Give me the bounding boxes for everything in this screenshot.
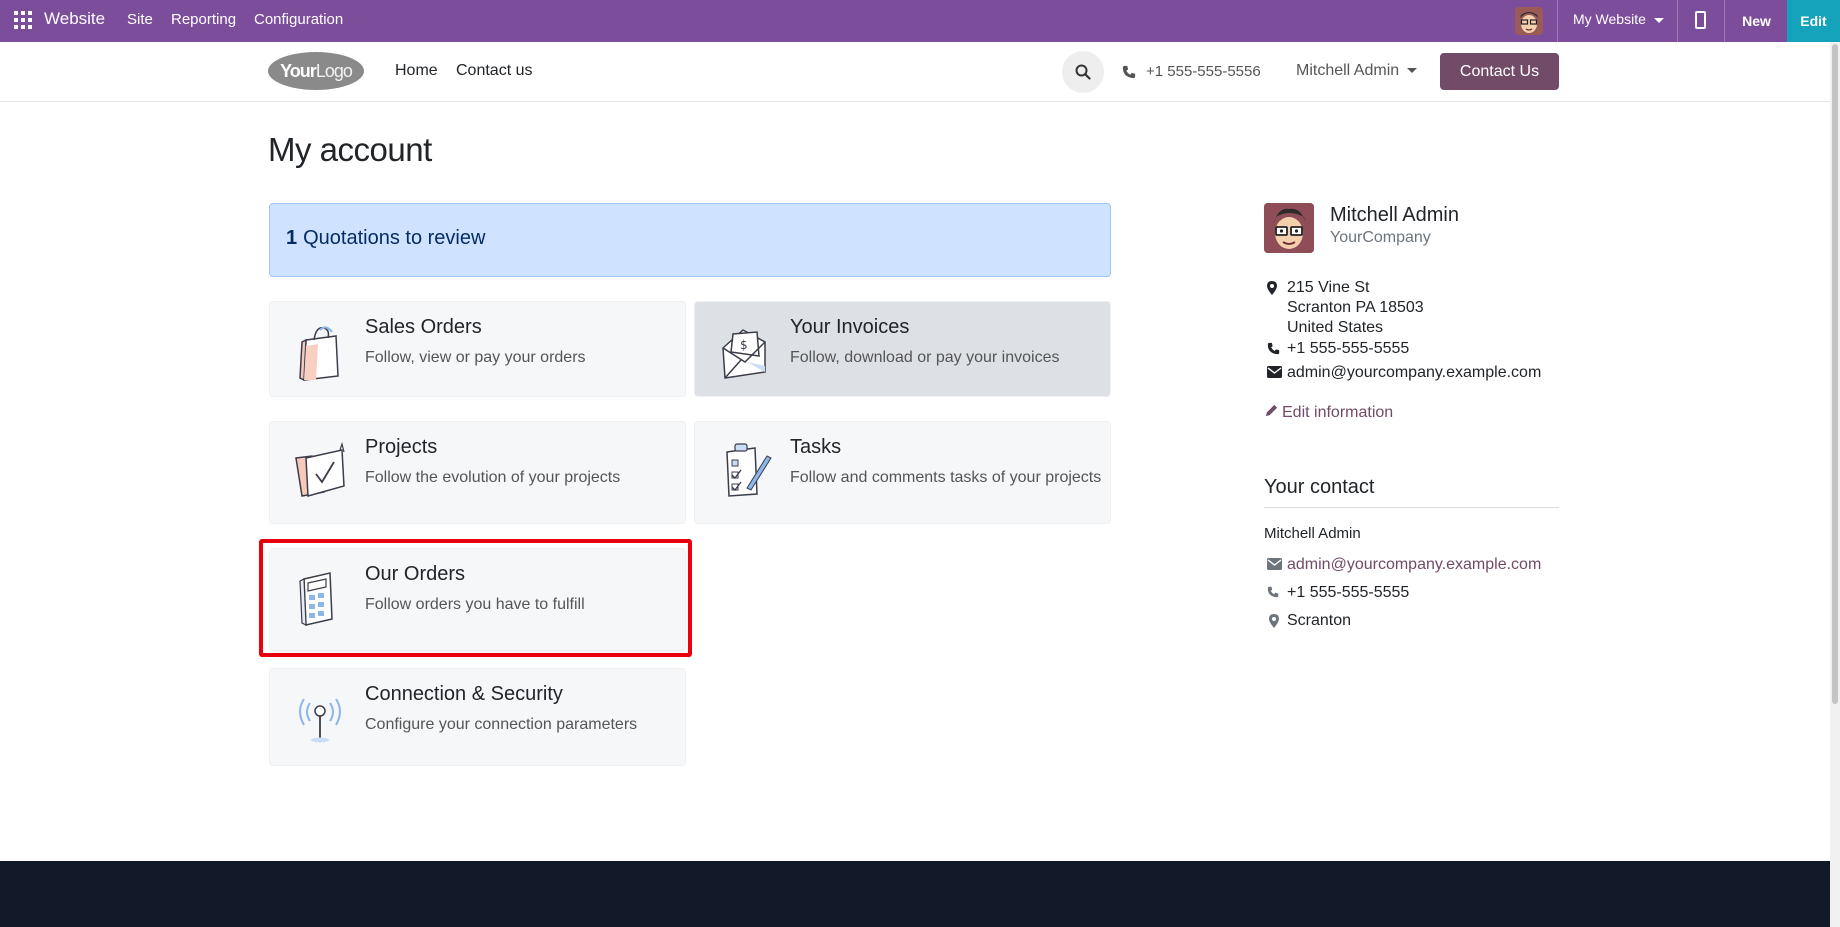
app-brand[interactable]: Website bbox=[44, 9, 105, 29]
apps-grid-icon[interactable] bbox=[14, 11, 32, 29]
card-description: Follow and comments tasks of your projec… bbox=[790, 469, 1102, 486]
map-marker-icon bbox=[1267, 281, 1277, 295]
envelope-icon bbox=[1267, 558, 1282, 570]
divider bbox=[1264, 507, 1559, 508]
search-icon bbox=[1075, 64, 1091, 80]
card-your-invoices[interactable]: $ Your Invoices Follow, download or pay … bbox=[694, 301, 1111, 397]
separator bbox=[1557, 0, 1558, 42]
shopping-bag-icon bbox=[299, 326, 339, 382]
contact-phone-text: +1 555-555-5555 bbox=[1287, 584, 1410, 601]
new-button[interactable]: New bbox=[1725, 0, 1788, 42]
user-dropdown-label: Mitchell Admin bbox=[1296, 62, 1400, 79]
phone-icon bbox=[1122, 65, 1136, 78]
profile-email-text: admin@yourcompany.example.com bbox=[1287, 364, 1542, 381]
separator bbox=[1677, 0, 1678, 42]
profile-avatar bbox=[1264, 203, 1314, 253]
menu-configuration[interactable]: Configuration bbox=[254, 11, 343, 28]
alert-text: Quotations to review bbox=[303, 227, 486, 249]
scrollbar-thumb[interactable] bbox=[1832, 44, 1838, 704]
svg-text:$: $ bbox=[740, 338, 748, 352]
calculator-icon bbox=[299, 572, 333, 626]
header-phone[interactable]: +1 555-555-5556 bbox=[1122, 63, 1261, 80]
nav-contact-us[interactable]: Contact us bbox=[456, 62, 532, 80]
caret-down-icon bbox=[1407, 68, 1418, 74]
card-connection-security[interactable]: Connection & Security Configure your con… bbox=[269, 668, 686, 766]
profile-company: YourCompany bbox=[1330, 229, 1431, 246]
header-phone-text: +1 555-555-5556 bbox=[1146, 63, 1261, 80]
card-tasks[interactable]: Tasks Follow and comments tasks of your … bbox=[694, 421, 1111, 524]
clipboard-tasks-icon bbox=[726, 443, 772, 497]
edit-button[interactable]: Edit bbox=[1787, 0, 1840, 42]
card-description: Follow the evolution of your projects bbox=[365, 469, 621, 486]
company-logo[interactable]: Your Logo bbox=[268, 52, 364, 90]
edit-information-link[interactable]: Edit information bbox=[1265, 404, 1393, 422]
phone-icon bbox=[1267, 586, 1279, 598]
website-selector-label: My Website bbox=[1573, 11, 1646, 27]
edit-information-label: Edit information bbox=[1282, 404, 1394, 421]
profile-name: Mitchell Admin bbox=[1330, 204, 1459, 226]
page-title: My account bbox=[268, 131, 432, 168]
contact-name: Mitchell Admin bbox=[1264, 525, 1361, 542]
card-description: Follow, view or pay your orders bbox=[365, 349, 586, 366]
your-contact-heading: Your contact bbox=[1264, 476, 1375, 498]
card-description: Follow, download or pay your invoices bbox=[790, 349, 1060, 366]
card-description: Configure your connection parameters bbox=[365, 716, 638, 733]
pencil-icon bbox=[1265, 404, 1278, 417]
address-line-2-text: Scranton PA 18503 bbox=[1287, 299, 1424, 316]
card-title: Our Orders bbox=[365, 563, 466, 585]
card-title: Your Invoices bbox=[790, 316, 910, 338]
menu-reporting[interactable]: Reporting bbox=[171, 11, 236, 28]
card-title: Connection & Security bbox=[365, 683, 563, 705]
card-title: Projects bbox=[365, 436, 438, 458]
logo-bold: Your bbox=[280, 60, 317, 81]
alert-count: 1 bbox=[286, 227, 298, 249]
caret-down-icon bbox=[1653, 17, 1664, 23]
card-projects[interactable]: Projects Follow the evolution of your pr… bbox=[269, 421, 686, 524]
phone-icon bbox=[1267, 342, 1280, 355]
card-title: Sales Orders bbox=[365, 316, 482, 338]
antenna-signal-icon bbox=[299, 698, 341, 743]
contact-us-button[interactable]: Contact Us bbox=[1440, 53, 1559, 90]
site-footer bbox=[0, 861, 1830, 927]
website-selector[interactable]: My Website bbox=[1573, 11, 1664, 27]
search-button[interactable] bbox=[1062, 51, 1104, 93]
address-line-3-text: United States bbox=[1287, 319, 1384, 336]
page-scrollbar[interactable] bbox=[1830, 42, 1840, 927]
menu-site[interactable]: Site bbox=[127, 11, 153, 28]
logo-light: Logo bbox=[315, 60, 353, 81]
card-description: Follow orders you have to fulfill bbox=[365, 596, 585, 613]
nav-home[interactable]: Home bbox=[395, 62, 438, 80]
admin-topbar: Website Site Reporting Configuration My … bbox=[0, 0, 1840, 42]
mobile-preview-icon[interactable] bbox=[1695, 11, 1706, 29]
folder-check-icon bbox=[295, 441, 345, 497]
address-line-1-text: 215 Vine St bbox=[1287, 279, 1370, 296]
card-title: Tasks bbox=[790, 436, 842, 458]
user-dropdown[interactable]: Mitchell Admin bbox=[1296, 62, 1418, 80]
envelope-icon bbox=[1267, 366, 1282, 378]
quotations-alert[interactable]: 1 Quotations to review bbox=[269, 203, 1111, 277]
card-our-orders[interactable]: Our Orders Follow orders you have to ful… bbox=[269, 548, 686, 651]
card-sales-orders[interactable]: Sales Orders Follow, view or pay your or… bbox=[269, 301, 686, 397]
user-avatar[interactable] bbox=[1515, 7, 1543, 35]
profile-phone-text: +1 555-555-5555 bbox=[1287, 340, 1410, 357]
site-header: Your Logo Home Contact us +1 555-555-5556… bbox=[0, 42, 1830, 102]
map-marker-icon bbox=[1269, 614, 1279, 628]
invoice-envelope-icon: $ bbox=[722, 329, 766, 379]
contact-city-text: Scranton bbox=[1287, 612, 1352, 629]
contact-email-text[interactable]: admin@yourcompany.example.com bbox=[1287, 555, 1541, 575]
